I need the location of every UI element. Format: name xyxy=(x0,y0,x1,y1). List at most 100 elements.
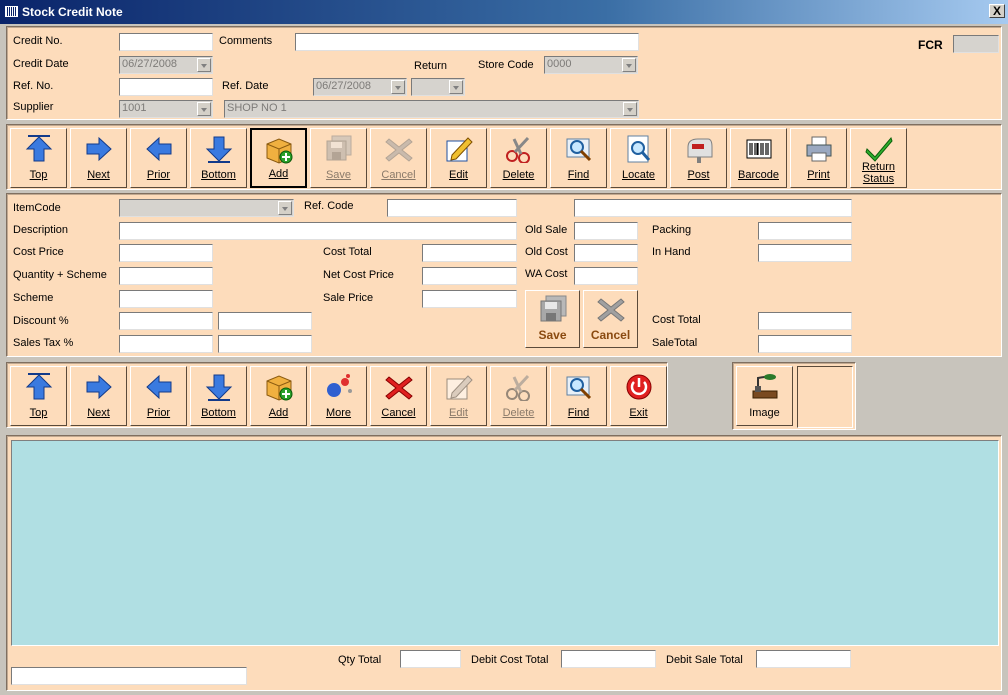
image-panel: Image xyxy=(732,362,856,430)
item-delete-label: Delete xyxy=(502,407,535,419)
qty-scheme-input[interactable] xyxy=(119,267,213,285)
chevron-down-icon[interactable] xyxy=(197,102,211,116)
sales-tax-amount-input[interactable] xyxy=(218,335,312,353)
wa-cost-label: WA Cost xyxy=(525,268,568,280)
description-input[interactable] xyxy=(119,222,517,240)
supplier-name-select[interactable]: SHOP NO 1 xyxy=(224,100,639,118)
main-prior-button[interactable]: Prior xyxy=(130,128,187,188)
cost-total2-input[interactable] xyxy=(758,312,852,330)
itemcode-select[interactable] xyxy=(119,199,294,217)
main-find-button[interactable]: Find xyxy=(550,128,607,188)
supplier-name-value: SHOP NO 1 xyxy=(227,102,287,114)
molecule-icon xyxy=(326,374,352,397)
item-edit-button[interactable]: Edit xyxy=(430,366,487,426)
item-find-button[interactable]: Find xyxy=(550,366,607,426)
wa-cost-input[interactable] xyxy=(574,267,638,285)
main-delete-button[interactable]: Delete xyxy=(490,128,547,188)
debit-cost-input xyxy=(561,650,656,668)
main-barcode-button[interactable]: Barcode xyxy=(730,128,787,188)
net-cost-input[interactable] xyxy=(422,267,517,285)
image-button[interactable]: Image xyxy=(736,366,793,426)
item-toolbar: Top Next Prior Bottom Add More Cancel Edit Delet… xyxy=(6,362,668,428)
sale-price-input[interactable] xyxy=(422,290,517,308)
item-exit-button[interactable]: Exit xyxy=(610,366,667,426)
main-next-button[interactable]: Next xyxy=(70,128,127,188)
main-locate-button[interactable]: Locate xyxy=(610,128,667,188)
old-sale-label: Old Sale xyxy=(525,224,568,236)
power-icon xyxy=(626,374,651,400)
arrow-right-icon xyxy=(86,374,112,400)
item-prior-button[interactable]: Prior xyxy=(130,366,187,426)
main-edit-button[interactable]: Edit xyxy=(430,128,487,188)
sale-total-input[interactable] xyxy=(758,335,852,353)
chevron-down-icon[interactable] xyxy=(622,58,636,72)
barcode-icon xyxy=(746,139,771,159)
old-cost-input[interactable] xyxy=(574,244,638,262)
credit-no-label: Credit No. xyxy=(13,35,63,47)
scheme-input[interactable] xyxy=(119,290,213,308)
cost-price-input[interactable] xyxy=(119,244,213,262)
item-cancel-button[interactable]: Cancel xyxy=(370,366,427,426)
item-bottom-button[interactable]: Bottom xyxy=(190,366,247,426)
item-top-button[interactable]: Top xyxy=(10,366,67,426)
magnifier-icon xyxy=(566,138,591,162)
in-hand-input[interactable] xyxy=(758,244,852,262)
main-edit-label: Edit xyxy=(449,169,468,181)
item-cancel-button[interactable]: Cancel xyxy=(583,290,638,348)
chevron-down-icon[interactable] xyxy=(391,80,405,94)
old-cost-label: Old Cost xyxy=(525,246,568,258)
header-panel: Credit No. Comments FCR Credit Date 06/2… xyxy=(6,26,1002,120)
main-post-button[interactable]: Post xyxy=(670,128,727,188)
sales-tax-input[interactable] xyxy=(119,335,213,353)
ref-no-input[interactable] xyxy=(119,78,213,96)
credit-no-input[interactable] xyxy=(119,33,213,51)
item-edit-label: Edit xyxy=(449,407,468,419)
floppy-icon xyxy=(326,135,351,161)
store-code-label: Store Code xyxy=(478,59,534,71)
close-button[interactable]: X xyxy=(989,4,1005,18)
arrow-up-icon xyxy=(25,135,52,162)
sales-tax-label: Sales Tax % xyxy=(13,337,74,349)
chevron-down-icon[interactable] xyxy=(278,201,292,215)
item-save-button[interactable]: Save xyxy=(525,290,580,348)
item-more-button[interactable]: More xyxy=(310,366,367,426)
item-delete-button[interactable]: Delete xyxy=(490,366,547,426)
main-print-button[interactable]: Print xyxy=(790,128,847,188)
supplier-code-select[interactable]: 1001 xyxy=(119,100,213,118)
refcode-input[interactable] xyxy=(387,199,517,217)
cost-total-input[interactable] xyxy=(422,244,517,262)
status-field xyxy=(11,667,247,685)
arrow-left-icon xyxy=(145,136,171,162)
chevron-down-icon[interactable] xyxy=(197,58,211,72)
chevron-down-icon[interactable] xyxy=(623,102,637,116)
item-name-input[interactable] xyxy=(574,199,852,217)
store-code-select[interactable]: 0000 xyxy=(544,56,638,74)
scanner-icon xyxy=(752,374,777,399)
main-add-button[interactable]: Add xyxy=(250,128,307,188)
return-select[interactable] xyxy=(411,78,465,96)
main-bottom-button[interactable]: Bottom xyxy=(190,128,247,188)
ref-no-label: Ref. No. xyxy=(13,80,54,92)
items-grid[interactable] xyxy=(11,440,999,646)
discount-amount-input[interactable] xyxy=(218,312,312,330)
sale-total-label: SaleTotal xyxy=(652,337,698,349)
credit-date-picker[interactable]: 06/27/2008 xyxy=(119,56,213,74)
ref-date-picker[interactable]: 06/27/2008 xyxy=(313,78,407,96)
x-icon xyxy=(384,138,413,162)
old-sale-input[interactable] xyxy=(574,222,638,240)
item-next-button[interactable]: Next xyxy=(70,366,127,426)
main-return-status-button[interactable]: Return Status xyxy=(850,128,907,188)
comments-input[interactable] xyxy=(295,33,639,51)
main-cancel-button[interactable]: Cancel xyxy=(370,128,427,188)
item-exit-label: Exit xyxy=(629,407,648,419)
packing-input[interactable] xyxy=(758,222,852,240)
main-save-button[interactable]: Save xyxy=(310,128,367,188)
main-top-button[interactable]: Top xyxy=(10,128,67,188)
qty-total-input xyxy=(400,650,461,668)
debit-sale-label: Debit Sale Total xyxy=(666,654,743,666)
chevron-down-icon[interactable] xyxy=(449,80,463,94)
item-add-button[interactable]: Add xyxy=(250,366,307,426)
discount-input[interactable] xyxy=(119,312,213,330)
box-add-icon xyxy=(266,375,292,401)
main-top-label: Top xyxy=(29,169,48,181)
